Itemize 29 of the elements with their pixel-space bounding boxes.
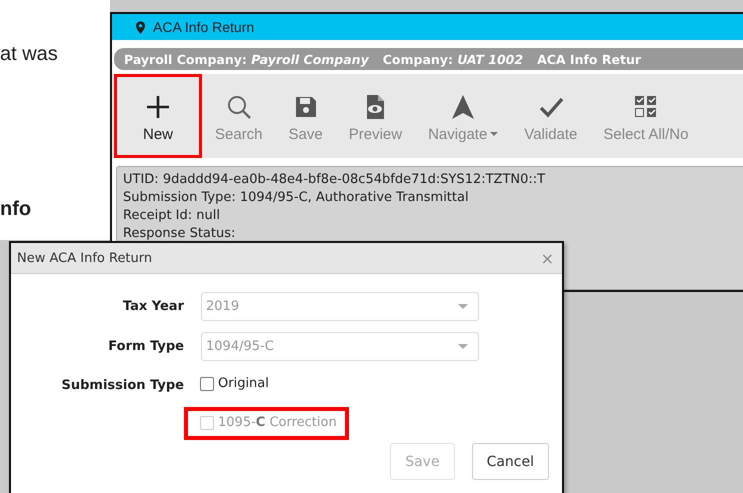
document-text: at was xyxy=(0,43,58,66)
info-line: Submission Type: 1094/95-C, Authorative Transmittal xyxy=(123,189,470,207)
breadcrumb-item: Company: UAT 1002 xyxy=(382,52,524,66)
checkbox-option: 1095-C Correction xyxy=(184,407,349,440)
dropdown-arrow-icon xyxy=(458,344,468,349)
plus-icon xyxy=(145,94,171,120)
info-line: Response Status: xyxy=(123,225,236,243)
toolbar-button[interactable]: New xyxy=(114,74,202,158)
search-icon xyxy=(226,94,252,120)
window-title: ACA Info Return xyxy=(153,19,254,35)
breadcrumb-item: ACA Info Retur xyxy=(537,52,642,66)
checkbox-grid-icon xyxy=(632,94,659,120)
field-label: Submission Type xyxy=(60,377,184,393)
checkbox[interactable] xyxy=(200,376,214,390)
dialog-button[interactable]: Cancel xyxy=(472,443,549,480)
arrowhead-icon xyxy=(450,94,476,120)
info-line: Receipt Id: null xyxy=(123,207,221,225)
dialog-title: New ACA Info Return xyxy=(17,250,152,266)
field-label: Tax Year xyxy=(122,299,184,314)
checkbox-option[interactable]: Original xyxy=(184,376,281,395)
close-button[interactable]: × xyxy=(540,248,554,268)
dropdown-arrow-icon xyxy=(458,304,468,309)
info-line: UTID: 9daddd94-ea0b-48e4-bf8e-08c54bfde71d:SYS12:TZTN0::T xyxy=(123,171,546,189)
dropdown-field[interactable]: 2019 xyxy=(201,292,479,321)
dropdown-field[interactable]: 1094/95-C xyxy=(201,332,479,361)
breadcrumb-item: Payroll Company: Payroll Company xyxy=(124,52,369,66)
pin-icon xyxy=(136,20,145,34)
field-label: Form Type xyxy=(107,339,184,354)
document-text: nfo xyxy=(0,198,32,221)
